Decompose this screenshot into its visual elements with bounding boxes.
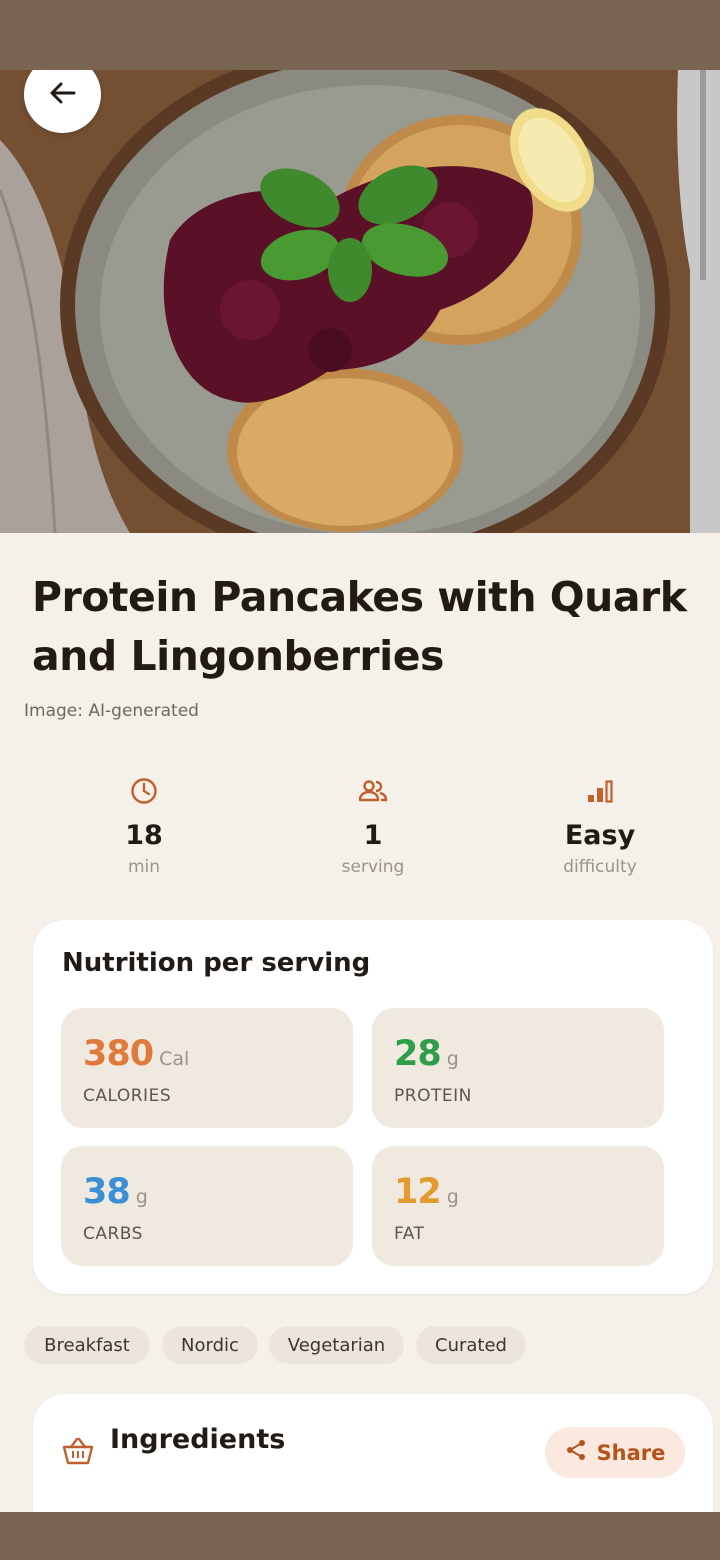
- nutrition-value-row: 12 g: [394, 1172, 459, 1212]
- nutrition-value: 38: [83, 1172, 131, 1212]
- nutrition-label: PROTEIN: [394, 1086, 472, 1106]
- nutrition-value-row: 38 g: [83, 1172, 148, 1212]
- recipe-stats: 18 min 1 serving Easy difficulty: [0, 776, 720, 886]
- stat-time: 18 min: [54, 776, 234, 877]
- navigation-bar: [0, 1512, 720, 1560]
- tag-chip[interactable]: Vegetarian: [269, 1326, 404, 1364]
- stat-label: min: [127, 857, 161, 877]
- stat-label: serving: [341, 857, 405, 877]
- tag-chip[interactable]: Curated: [416, 1326, 526, 1364]
- recipe-screen: Protein Pancakes with Quark and Lingonbe…: [0, 70, 720, 1512]
- nutrition-tile-fat: 12 g FAT: [372, 1146, 664, 1266]
- nutrition-tile-carbs: 38 g CARBS: [61, 1146, 353, 1266]
- share-button[interactable]: Share: [545, 1427, 685, 1478]
- stat-label: difficulty: [563, 857, 637, 877]
- nutrition-value-row: 28 g: [394, 1034, 459, 1074]
- share-label: Share: [596, 1440, 666, 1465]
- stat-servings: 1 serving: [283, 776, 463, 877]
- nutrition-value-row: 380 Cal: [83, 1034, 189, 1074]
- nutrition-label: CALORIES: [83, 1086, 172, 1106]
- nutrition-label: CARBS: [83, 1224, 143, 1244]
- ingredients-heading: Ingredients: [110, 1424, 286, 1455]
- nutrition-card: Nutrition per serving 380 Cal CALORIES 28…: [33, 920, 713, 1294]
- status-bar: [0, 0, 720, 70]
- arrow-left-icon: [48, 78, 78, 112]
- signal-bars-icon: [510, 776, 690, 806]
- stat-value: 1: [363, 820, 383, 851]
- ingredients-card: Ingredients Share: [33, 1394, 713, 1512]
- share-icon: [565, 1439, 587, 1466]
- nutrition-tile-protein: 28 g PROTEIN: [372, 1008, 664, 1128]
- people-icon: [283, 776, 463, 806]
- basket-icon: [61, 1436, 95, 1470]
- image-caption: Image: AI-generated: [24, 701, 199, 721]
- nutrition-heading: Nutrition per serving: [62, 948, 371, 978]
- nutrition-unit: g: [446, 1048, 459, 1070]
- stat-difficulty: Easy difficulty: [510, 776, 690, 877]
- stat-value: Easy: [564, 820, 636, 851]
- recipe-hero-image: [0, 70, 720, 533]
- clock-icon: [54, 776, 234, 806]
- tag-chip[interactable]: Breakfast: [24, 1326, 150, 1364]
- nutrition-value: 12: [394, 1172, 442, 1212]
- nutrition-unit: Cal: [159, 1048, 190, 1070]
- nutrition-value: 380: [83, 1034, 154, 1074]
- tag-chip[interactable]: Nordic: [162, 1326, 258, 1364]
- nutrition-unit: g: [135, 1186, 148, 1208]
- nutrition-value: 28: [394, 1034, 442, 1074]
- stat-value: 18: [125, 820, 163, 851]
- recipe-title: Protein Pancakes with Quark and Lingonbe…: [32, 573, 687, 680]
- nutrition-label: FAT: [394, 1224, 425, 1244]
- nutrition-tile-calories: 380 Cal CALORIES: [61, 1008, 353, 1128]
- nutrition-unit: g: [446, 1186, 459, 1208]
